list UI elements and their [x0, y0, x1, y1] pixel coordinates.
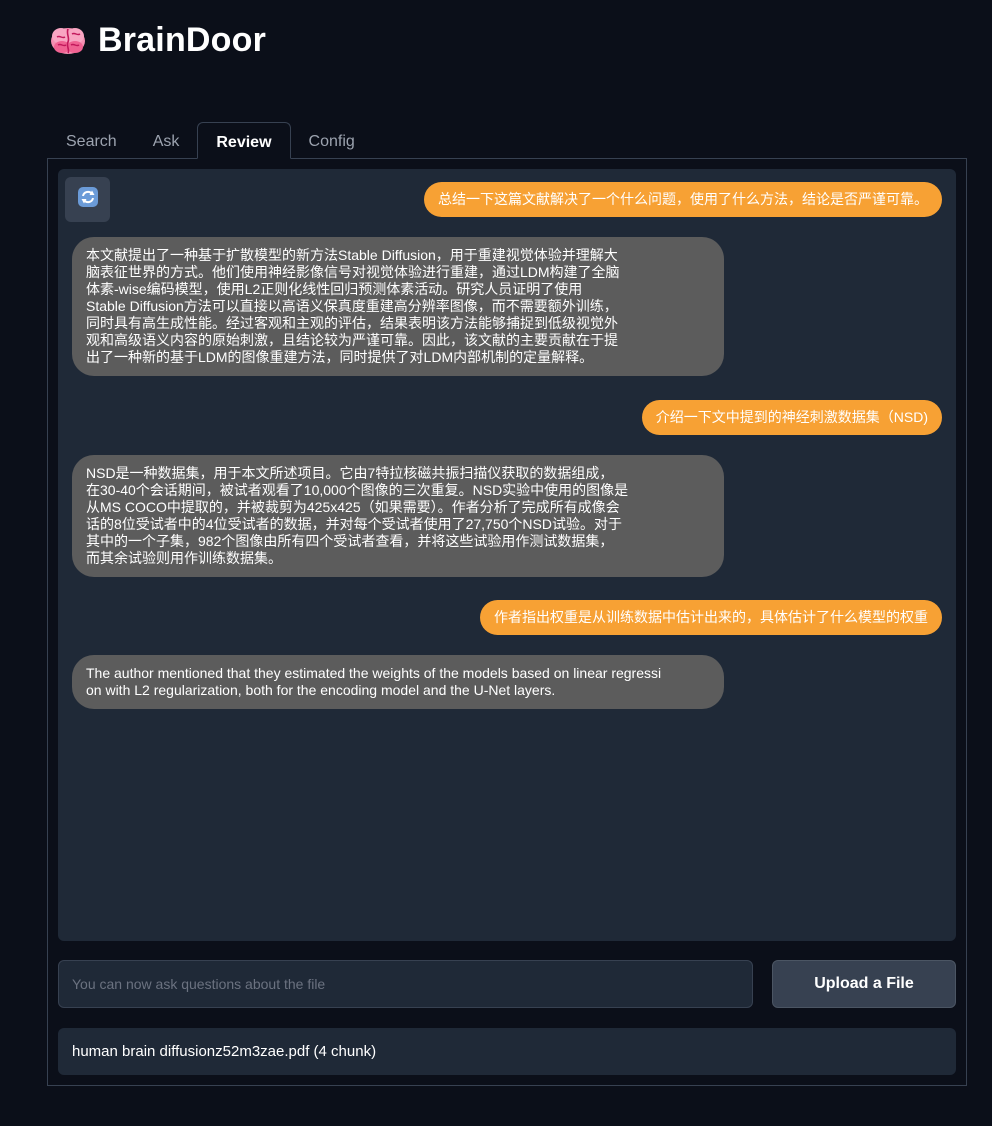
app-title: BrainDoor — [98, 20, 267, 59]
user-message: 介绍一下文中提到的神经刺激数据集（NSD) — [641, 400, 942, 435]
user-message: 总结一下这篇文献解决了一个什么问题，使用了什么方法，结论是否严谨可靠。 — [424, 182, 942, 217]
refresh-icon — [77, 186, 99, 213]
message-line: 体素-wise编码模型，使用L2正则化线性回归预测体素活动。研究人员证明了使用 — [86, 281, 583, 297]
refresh-button[interactable] — [65, 177, 110, 222]
question-input[interactable] — [58, 960, 753, 1008]
bot-message: 本文献提出了一种基于扩散模型的新方法Stable Diffusion，用于重建视… — [72, 237, 724, 376]
message-line: Stable Diffusion方法可以直接以高语义保真度重建高分辨率图像，而不… — [86, 298, 618, 314]
file-status: human brain diffusionz52m3zae.pdf (4 chu… — [58, 1028, 956, 1075]
tab-review[interactable]: Review — [197, 122, 291, 159]
message-line: 其中的一个子集，982个图像由所有四个受试者查看，并将这些试验用作测试数据集， — [86, 533, 614, 549]
message-line: 而其余试验则用作训练数据集。 — [86, 550, 282, 566]
brain-icon — [48, 20, 88, 60]
user-message: 作者指出权重是从训练数据中估计出来的，具体估计了什么模型的权重 — [480, 600, 942, 635]
tab-ask[interactable]: Ask — [135, 122, 198, 159]
message-line: 观和高级语义内容的原始刺激，且结论较为严谨可靠。因此，该文献的主要贡献在于提 — [86, 332, 618, 348]
message-line: 从MS COCO中提取的，并被裁剪为425x425（如果需要）。作者分析了完成所… — [86, 499, 620, 515]
message-line: 话的8位受试者中的4位受试者的数据，并对每个受试者使用了27,750个NSD试验… — [86, 516, 622, 532]
bot-message: NSD是一种数据集，用于本文所述项目。它由7特拉核磁共振扫描仪获取的数据组成， … — [72, 455, 724, 577]
message-line: 出了一种新的基于LDM的图像重建方法，同时提供了对LDM内部机制的定量解释。 — [86, 349, 594, 365]
app-header: BrainDoor — [48, 20, 266, 60]
chat-area[interactable]: 总结一下这篇文献解决了一个什么问题，使用了什么方法，结论是否严谨可靠。 本文献提… — [58, 169, 956, 941]
tab-search[interactable]: Search — [48, 122, 135, 159]
tab-bar: Search Ask Review Config — [48, 122, 373, 159]
upload-file-button[interactable]: Upload a File — [772, 960, 956, 1008]
message-line: 同时具有高生成性能。经过客观和主观的评估，结果表明该方法能够捕捉到低级视觉外 — [86, 315, 618, 331]
message-line: NSD是一种数据集，用于本文所述项目。它由7特拉核磁共振扫描仪获取的数据组成， — [86, 465, 614, 481]
message-line: The author mentioned that they estimated… — [86, 665, 662, 681]
message-line: 本文献提出了一种基于扩散模型的新方法Stable Diffusion，用于重建视… — [86, 247, 618, 263]
message-line: 在30-40个会话期间，被试者观看了10,000个图像的三次重复。NSD实验中使… — [86, 482, 629, 498]
message-line: 脑表征世界的方式。他们使用神经影像信号对视觉体验进行重建，通过LDM构建了全脑 — [86, 264, 620, 280]
bot-message: The author mentioned that they estimated… — [72, 655, 724, 709]
tab-config[interactable]: Config — [291, 122, 373, 159]
message-line: on with L2 regularization, both for the … — [86, 682, 556, 698]
